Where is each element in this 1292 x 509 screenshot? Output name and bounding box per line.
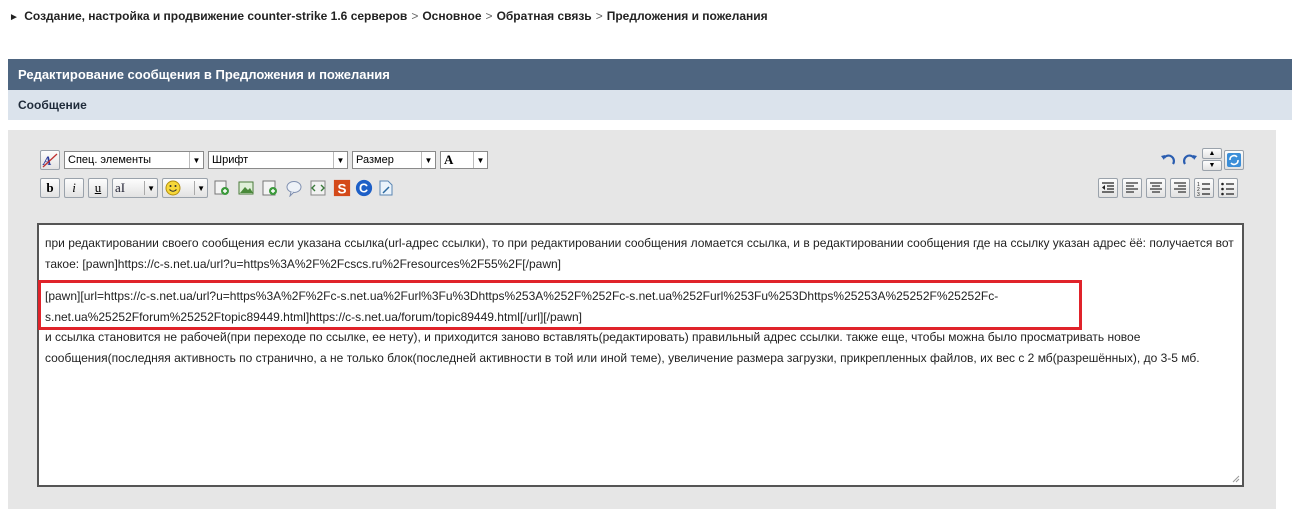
- svg-text:3: 3: [1197, 192, 1200, 196]
- cplusplus-button[interactable]: C: [354, 178, 374, 198]
- font-select[interactable]: Шрифт ▼: [208, 151, 348, 169]
- insert-image-button[interactable]: [236, 178, 256, 198]
- message-paragraph: и ссылка становится не рабочей(при перех…: [45, 330, 1200, 365]
- align-left-icon: [1126, 182, 1138, 193]
- special-elements-label: Спец. элементы: [68, 154, 152, 166]
- breadcrumb-item-forum[interactable]: Создание, настройка и продвижение counte…: [24, 9, 407, 23]
- quote-button[interactable]: [284, 178, 304, 198]
- outdent-icon: [1102, 182, 1114, 193]
- chevron-down-icon: ▼: [1208, 162, 1216, 169]
- chevron-down-icon: ▼: [333, 152, 347, 168]
- align-right-button[interactable]: [1170, 178, 1190, 198]
- align-left-button[interactable]: [1122, 178, 1142, 198]
- refresh-icon: [1227, 152, 1241, 167]
- image-icon: [238, 181, 254, 195]
- size-select[interactable]: Размер ▼: [352, 151, 436, 169]
- toolbar-right-row-2: 123: [1098, 178, 1242, 198]
- chevron-down-icon: ▼: [194, 181, 205, 195]
- chevron-up-icon: ▲: [1208, 150, 1216, 157]
- breadcrumb-item-main[interactable]: Основное: [422, 9, 481, 23]
- toolbar-right-row-1: ▲ ▼: [1158, 148, 1248, 171]
- align-center-button[interactable]: [1146, 178, 1166, 198]
- code-button[interactable]: [308, 178, 328, 198]
- breadcrumb-item-suggestions[interactable]: Предложения и пожелания: [607, 9, 768, 23]
- svg-text:S: S: [338, 181, 347, 196]
- text-color-icon: A: [444, 152, 454, 167]
- redo-icon: [1183, 154, 1197, 165]
- chevron-down-icon: ▼: [421, 152, 435, 168]
- quote-icon: [286, 181, 302, 197]
- message-textarea[interactable]: при редактировании своего сообщения если…: [37, 223, 1244, 487]
- message-paragraph: при редактировании своего сообщения если…: [45, 236, 1234, 271]
- link-icon: [214, 180, 229, 195]
- undo-icon: [1161, 154, 1175, 165]
- breadcrumb-arrow-icon: ►: [9, 12, 19, 23]
- file-icon: [379, 180, 393, 196]
- align-center-icon: [1150, 182, 1162, 193]
- insert-link-button[interactable]: [212, 178, 232, 198]
- font-style-icon: aI: [115, 180, 126, 195]
- align-right-icon: [1174, 182, 1186, 193]
- underline-button[interactable]: u: [88, 178, 108, 198]
- toolbar-row-2: b i u aI ▼ ▼ S C: [40, 178, 400, 198]
- remove-format-button[interactable]: A: [40, 150, 60, 170]
- toolbar-row-1: A Спец. элементы ▼ Шрифт ▼ Размер ▼ A ▼: [40, 150, 492, 170]
- breadcrumb: ► Создание, настройка и продвижение coun…: [9, 9, 768, 23]
- switch-editor-mode-button[interactable]: [1224, 149, 1244, 170]
- font-style-dropdown[interactable]: aI ▼: [112, 178, 158, 198]
- red-highlight-box: [38, 280, 1082, 330]
- breadcrumb-separator: >: [595, 9, 603, 23]
- code-icon: [310, 180, 326, 196]
- svg-text:C: C: [359, 182, 368, 196]
- grow-editor-button[interactable]: ▼: [1202, 160, 1222, 171]
- c-language-icon: C: [355, 179, 373, 197]
- bold-button[interactable]: b: [40, 178, 60, 198]
- insert-file-button[interactable]: [376, 178, 396, 198]
- chevron-down-icon: ▼: [144, 181, 155, 195]
- italic-button[interactable]: i: [64, 178, 84, 198]
- ordered-list-icon: 123: [1197, 182, 1210, 196]
- underline-icon: u: [94, 180, 102, 195]
- breadcrumb-item-feedback[interactable]: Обратная связь: [497, 9, 592, 23]
- panel-subtitle: Сообщение: [8, 90, 1292, 120]
- unordered-list-button[interactable]: [1218, 178, 1238, 198]
- ordered-list-button[interactable]: 123: [1194, 178, 1214, 198]
- chevron-down-icon: ▼: [473, 152, 487, 168]
- outdent-button[interactable]: [1098, 178, 1118, 198]
- chevron-down-icon: ▼: [189, 152, 203, 168]
- special-elements-select[interactable]: Спец. элементы ▼: [64, 151, 204, 169]
- breadcrumb-separator: >: [485, 9, 493, 23]
- redo-button[interactable]: [1180, 150, 1200, 170]
- panel-title: Редактирование сообщения в Предложения и…: [8, 59, 1292, 90]
- font-select-label: Шрифт: [212, 154, 249, 166]
- pawn-button[interactable]: S: [332, 178, 352, 198]
- remove-format-icon: A: [42, 153, 58, 168]
- shrink-editor-button[interactable]: ▲: [1202, 148, 1222, 159]
- italic-icon: i: [72, 180, 76, 195]
- pawn-icon: S: [333, 179, 351, 196]
- insert-attachment-button[interactable]: [260, 178, 280, 198]
- resize-editor-controls: ▲ ▼: [1202, 148, 1222, 171]
- unordered-list-icon: [1221, 182, 1234, 196]
- smiley-icon: [165, 180, 181, 196]
- text-color-select[interactable]: A ▼: [440, 151, 488, 169]
- emoticon-dropdown[interactable]: ▼: [162, 178, 208, 198]
- size-select-label: Размер: [356, 154, 394, 166]
- attachment-icon: [262, 180, 277, 196]
- breadcrumb-separator: >: [411, 9, 419, 23]
- bold-icon: b: [46, 180, 54, 195]
- undo-button[interactable]: [1158, 150, 1178, 170]
- resize-grip-icon[interactable]: [1232, 475, 1240, 483]
